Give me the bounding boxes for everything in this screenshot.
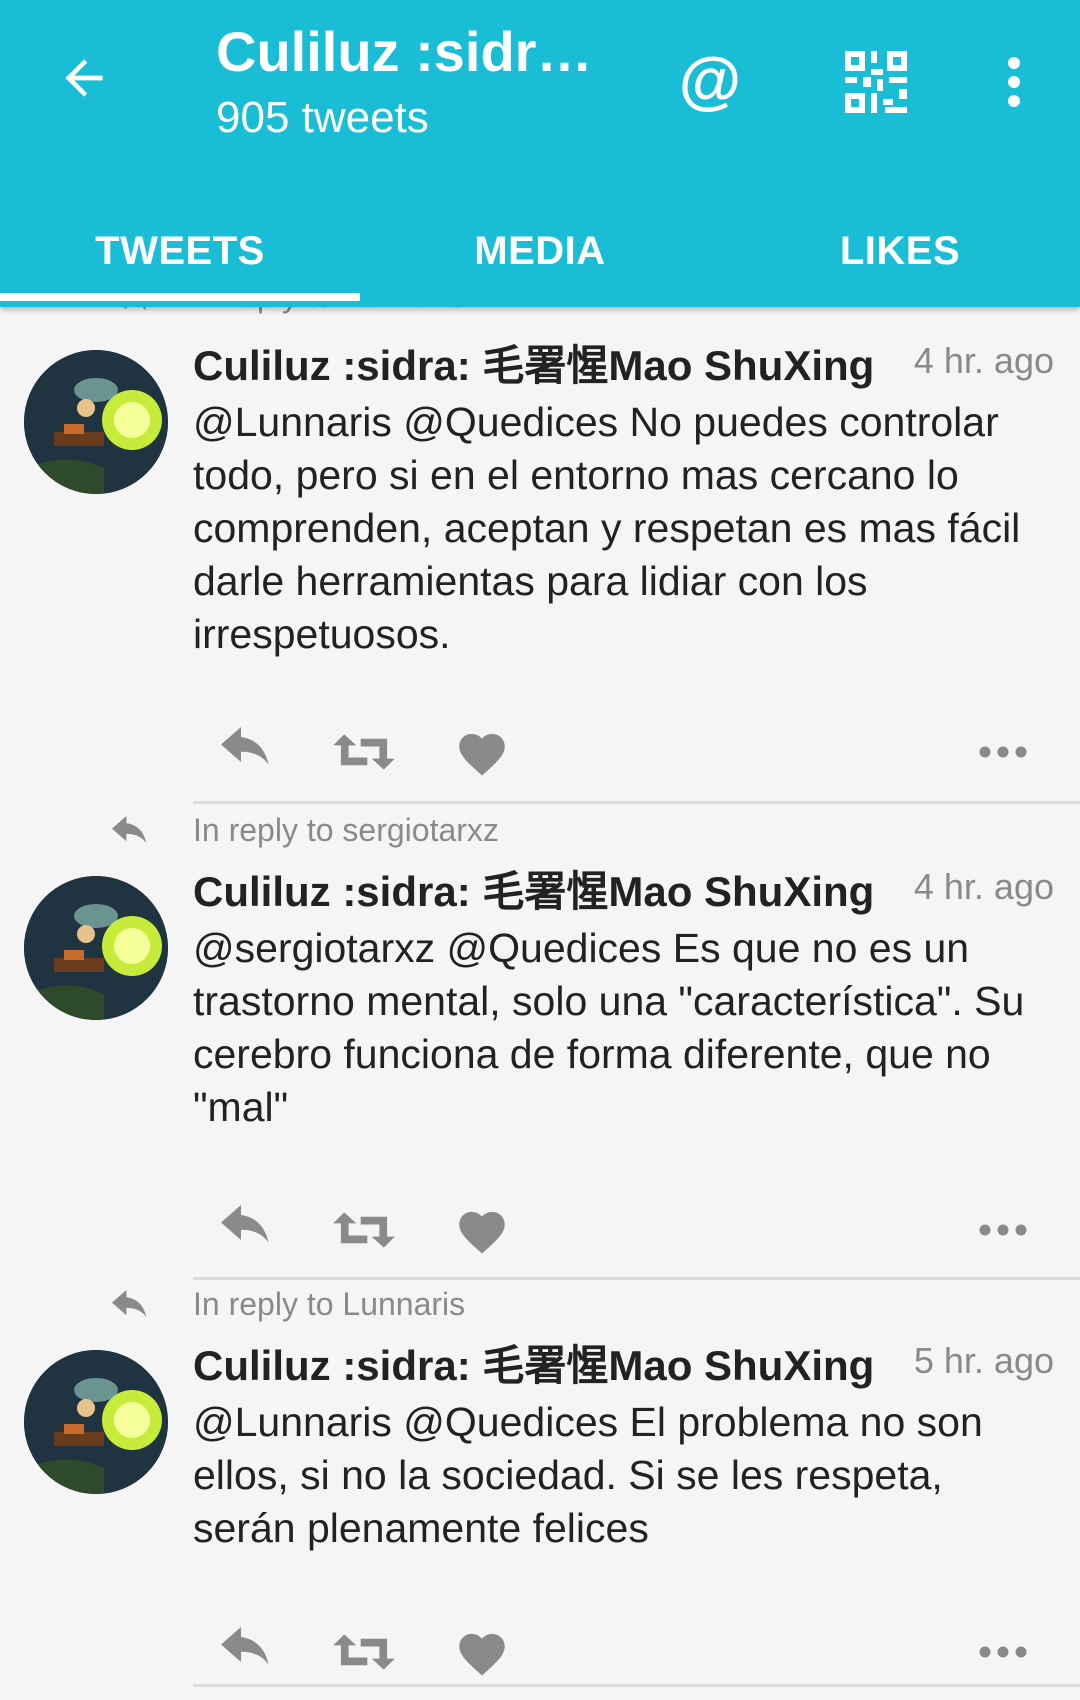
tweet-actions — [193, 1622, 1055, 1682]
tweet-item[interactable]: In reply to Lunnaris Culiluz :sidra: 毛署惺… — [0, 278, 1080, 806]
tweet-text: @Lunnaris @Quedices El problema no son e… — [193, 1399, 983, 1551]
tweet-item[interactable]: In reply to Lunnaris Culiluz :sidra: 毛署惺… — [0, 1280, 1080, 1700]
heart-icon — [459, 733, 505, 776]
tweet-more-button[interactable] — [973, 1622, 1033, 1682]
tweet-item[interactable]: In reply to sergiotarxz Culiluz :sidra: … — [0, 806, 1080, 1280]
more-vert-icon — [1008, 57, 1020, 107]
heart-icon — [459, 1633, 505, 1676]
more-horiz-icon — [979, 746, 1027, 758]
author-name[interactable]: Culiluz :sidra: 毛署惺Mao ShuXing — [193, 1332, 874, 1393]
more-horiz-icon — [979, 1646, 1027, 1658]
reply-context[interactable]: In reply to Lunnaris — [0, 1280, 1080, 1324]
tab-likes[interactable]: LIKES — [720, 196, 1080, 307]
retweet-button[interactable] — [329, 722, 399, 782]
author-name[interactable]: Culiluz :sidra: 毛署惺Mao ShuXing — [193, 332, 874, 393]
tab-tweets[interactable]: TWEETS — [0, 196, 360, 307]
reply-icon — [112, 816, 147, 843]
tweet-count: 905 tweets — [216, 93, 429, 142]
reply-button[interactable] — [211, 1622, 281, 1682]
reply-icon — [221, 1205, 269, 1243]
qr-code-button[interactable] — [836, 44, 916, 120]
tweet-text: @Lunnaris @Quedices No puedes controlar … — [193, 399, 1021, 657]
reply-to-label: In reply to Lunnaris — [193, 1286, 466, 1322]
tab-media[interactable]: MEDIA — [360, 196, 720, 307]
mention-button[interactable]: @ — [670, 40, 750, 120]
qr-code-icon — [845, 51, 907, 113]
reply-icon — [221, 1627, 269, 1665]
at-icon: @ — [678, 44, 742, 116]
retweet-icon — [333, 1212, 395, 1248]
avatar[interactable] — [24, 350, 168, 494]
reply-icon — [112, 1290, 147, 1317]
divider — [193, 1684, 1080, 1687]
tweet-actions — [193, 722, 1055, 782]
retweet-icon — [333, 1634, 395, 1670]
more-horiz-icon — [979, 1224, 1027, 1236]
tweet-text: @sergiotarxz @Quedices Es que no es un t… — [193, 925, 1025, 1130]
divider — [193, 801, 1080, 804]
tweet-actions — [193, 1200, 1055, 1260]
reply-context[interactable]: In reply to sergiotarxz — [0, 806, 1080, 850]
avatar[interactable] — [24, 1350, 168, 1494]
tweet-time: 5 hr. ago — [913, 1340, 1054, 1381]
reply-button[interactable] — [211, 722, 281, 782]
tweet-time: 4 hr. ago — [913, 866, 1054, 907]
retweet-button[interactable] — [329, 1622, 399, 1682]
app-bar: Culiluz :sidr… 905 tweets @ TWEETS MEDIA — [0, 0, 1080, 307]
tweet-more-button[interactable] — [973, 722, 1033, 782]
heart-icon — [459, 1211, 505, 1254]
retweet-button[interactable] — [329, 1200, 399, 1260]
firefly-avatar-image — [24, 876, 168, 1020]
avatar[interactable] — [24, 876, 168, 1020]
like-button[interactable] — [447, 722, 517, 782]
reply-to-label: In reply to sergiotarxz — [193, 812, 499, 848]
author-name[interactable]: Culiluz :sidra: 毛署惺Mao ShuXing — [193, 858, 874, 919]
like-button[interactable] — [447, 1200, 517, 1260]
firefly-avatar-image — [24, 350, 168, 494]
reply-button[interactable] — [211, 1200, 281, 1260]
profile-title: Culiluz :sidr… — [216, 20, 593, 83]
arrow-left-icon — [65, 59, 103, 97]
profile-tabs: TWEETS MEDIA LIKES — [0, 196, 1080, 307]
overflow-menu-button[interactable] — [990, 44, 1038, 120]
like-button[interactable] — [447, 1622, 517, 1682]
tweet-time: 4 hr. ago — [913, 340, 1054, 381]
profile-header: Culiluz :sidr… 905 tweets — [216, 18, 596, 146]
reply-icon — [221, 727, 269, 765]
firefly-avatar-image — [24, 1350, 168, 1494]
retweet-icon — [333, 734, 395, 770]
tweet-feed[interactable]: In reply to Lunnaris Culiluz :sidra: 毛署惺… — [0, 278, 1080, 1687]
back-button[interactable] — [48, 42, 120, 114]
tweet-more-button[interactable] — [973, 1200, 1033, 1260]
